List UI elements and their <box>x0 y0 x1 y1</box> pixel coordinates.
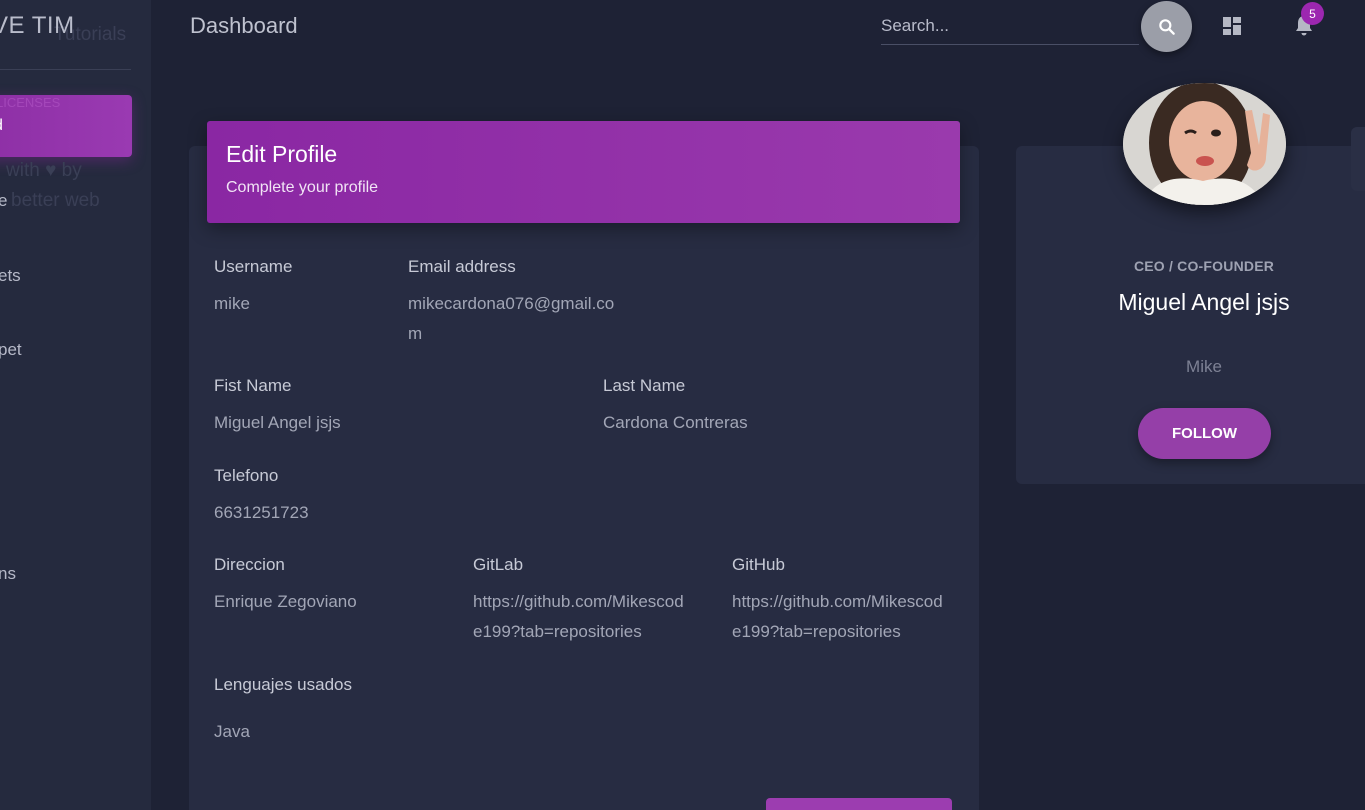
direccion-value[interactable]: Enrique Zegoviano <box>214 587 357 617</box>
email-label: Email address <box>408 257 516 276</box>
github-value[interactable]: https://github.com/Mikescode199?tab=repo… <box>732 587 950 647</box>
sidebar-item-widgets[interactable]: ets <box>0 266 21 286</box>
follow-button[interactable]: FOLLOW <box>1138 408 1271 459</box>
gitlab-value[interactable]: https://github.com/Mikescode199?tab=repo… <box>473 587 691 647</box>
sidebar-brand[interactable]: VE TIM <box>0 12 75 40</box>
edit-profile-header: Edit Profile Complete your profile <box>207 121 960 223</box>
last-name-label: Last Name <box>603 376 686 395</box>
sidebar-item-icons[interactable]: ns <box>0 564 16 584</box>
lenguajes-value[interactable]: Java <box>214 717 250 747</box>
last-name-value[interactable]: Cardona Contreras <box>603 408 748 438</box>
gitlab-label: GitLab <box>473 555 524 574</box>
telefono-value[interactable]: 6631251723 <box>214 498 309 528</box>
github-label: GitHub <box>732 555 785 574</box>
sidebar-licenses-ghost: LICENSES <box>0 95 61 110</box>
sidebar-item-label: e <box>0 191 8 210</box>
dashboard-grid-icon <box>1223 17 1241 35</box>
direccion-label: Direccion <box>214 555 285 574</box>
lenguajes-label: Lenguajes usados <box>214 675 353 694</box>
sidebar: Tutorials VE TIM LICENSES d with ♥ by e … <box>0 0 151 810</box>
search-field[interactable] <box>881 8 1139 45</box>
search-button[interactable] <box>1141 1 1192 52</box>
search-input[interactable] <box>881 8 1139 44</box>
dashboard-grid-button[interactable] <box>1219 13 1245 39</box>
first-name-label: Fist Name <box>214 376 292 395</box>
fixed-plugin-tab[interactable] <box>1351 127 1365 191</box>
edit-profile-subtitle: Complete your profile <box>226 179 379 196</box>
first-name-value[interactable]: Miguel Angel jsjs <box>214 408 341 438</box>
sidebar-ghost-text-2: better web <box>11 190 100 211</box>
profile-nickname: Mike <box>1186 357 1222 376</box>
avatar <box>1123 83 1286 205</box>
update-profile-button[interactable] <box>766 798 952 810</box>
profile-name: Miguel Angel jsjs <box>1118 289 1290 315</box>
sidebar-divider <box>0 69 131 70</box>
sidebar-ghost-text-1: with ♥ by <box>6 160 82 181</box>
edit-profile-card <box>189 146 979 810</box>
page-title: Dashboard <box>190 13 298 38</box>
telefono-label: Telefono <box>214 466 279 485</box>
email-value[interactable]: mikecardona076@gmail.com <box>408 289 622 349</box>
edit-profile-title: Edit Profile <box>226 141 338 167</box>
profile-role: CEO / CO-FOUNDER <box>1133 258 1275 274</box>
username-value[interactable]: mike <box>214 289 250 319</box>
sidebar-item-snippet[interactable]: pet <box>0 340 22 360</box>
username-label: Username <box>214 257 293 276</box>
search-icon <box>1158 18 1175 35</box>
sidebar-item-active-label[interactable]: d <box>0 117 3 135</box>
notifications-badge: 5 <box>1301 2 1324 25</box>
